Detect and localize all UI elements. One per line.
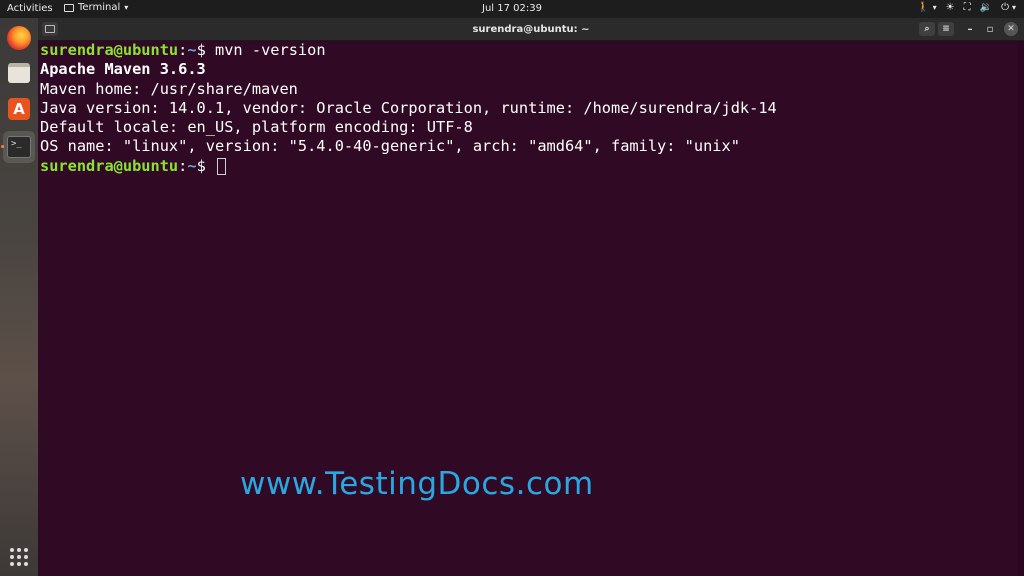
terminal-app-icon: [64, 3, 74, 12]
title-bar[interactable]: surendra@ubuntu: ~ ⌕ ≡ – ▫ ✕: [38, 18, 1024, 41]
output-line: OS name: "linux", version: "5.4.0-40-gen…: [40, 137, 740, 156]
prompt-symbol: $: [196, 156, 216, 175]
minimize-icon: –: [967, 23, 973, 35]
new-tab-button[interactable]: [42, 22, 58, 36]
close-icon: ✕: [1007, 24, 1015, 34]
chevron-down-icon: ▾: [1011, 3, 1016, 12]
close-button[interactable]: ✕: [1004, 22, 1018, 36]
accessibility-icon[interactable]: 🚶: [917, 2, 929, 13]
prompt-separator: :: [178, 156, 188, 175]
output-line: Java version: 14.0.1, vendor: Oracle Cor…: [40, 98, 777, 117]
dock-item-files[interactable]: [5, 59, 33, 87]
hamburger-icon: ≡: [942, 24, 950, 34]
prompt-user: surendra@ubuntu: [40, 41, 179, 59]
prompt-path: ~: [187, 41, 197, 59]
clock[interactable]: Jul 17 02:39: [482, 3, 542, 14]
menu-button[interactable]: ≡: [938, 22, 954, 36]
search-icon: ⌕: [924, 24, 930, 34]
chevron-down-icon: ▾: [124, 3, 129, 12]
prompt-user: surendra@ubuntu: [40, 156, 179, 175]
search-button[interactable]: ⌕: [919, 22, 935, 36]
volume-icon: 🔉: [979, 2, 993, 13]
new-tab-icon: [45, 25, 55, 33]
dock-item-terminal[interactable]: >_: [3, 131, 35, 163]
watermark: www.TestingDocs.com: [240, 466, 594, 502]
maximize-icon: ▫: [986, 23, 994, 35]
firefox-icon: [7, 26, 31, 50]
minimize-button[interactable]: –: [963, 22, 977, 36]
command-text: mvn -version: [215, 41, 326, 59]
output-line: Maven home: /usr/share/maven: [40, 79, 298, 98]
dock-item-firefox[interactable]: [5, 24, 33, 52]
maximize-button[interactable]: ▫: [983, 22, 997, 36]
prompt-path: ~: [187, 156, 197, 175]
app-menu-label: Terminal: [78, 2, 121, 13]
terminal-icon: >_: [7, 136, 31, 158]
prompt-symbol: $: [196, 41, 216, 59]
scrollbar[interactable]: [1018, 41, 1024, 576]
prompt-line: surendra@ubuntu:~$: [40, 157, 1024, 176]
app-menu[interactable]: Terminal ▾: [64, 2, 128, 13]
show-applications-icon[interactable]: [10, 548, 28, 566]
output-line: Apache Maven 3.6.3: [40, 60, 206, 79]
top-bar: Activities Terminal ▾ Jul 17 02:39 🚶 ▾ ☀…: [0, 0, 1024, 18]
software-icon: A: [8, 98, 30, 120]
text-cursor[interactable]: [217, 157, 227, 175]
system-tray[interactable]: 🚶 ▾ ☀ ⛶ 🔉 ⏻ ▾: [917, 2, 1016, 13]
dock: A >_: [0, 18, 38, 576]
window-title-container: surendra@ubuntu: ~: [38, 24, 1024, 35]
dock-item-software[interactable]: A: [5, 95, 33, 123]
power-icon: ⏻: [1001, 2, 1009, 13]
chevron-down-icon: ▾: [932, 3, 937, 12]
command-line: surendra@ubuntu:~$ mvn -version: [40, 41, 1024, 60]
output-line: Default locale: en_US, platform encoding…: [40, 118, 473, 137]
prompt-separator: :: [178, 41, 188, 59]
activities-button[interactable]: Activities: [7, 3, 53, 14]
clock-container: Jul 17 02:39: [0, 3, 1024, 14]
files-icon: [8, 63, 30, 83]
window-title: surendra@ubuntu: ~: [472, 24, 590, 35]
network-icon: ⛶: [963, 2, 971, 13]
brightness-icon: ☀: [945, 2, 955, 13]
